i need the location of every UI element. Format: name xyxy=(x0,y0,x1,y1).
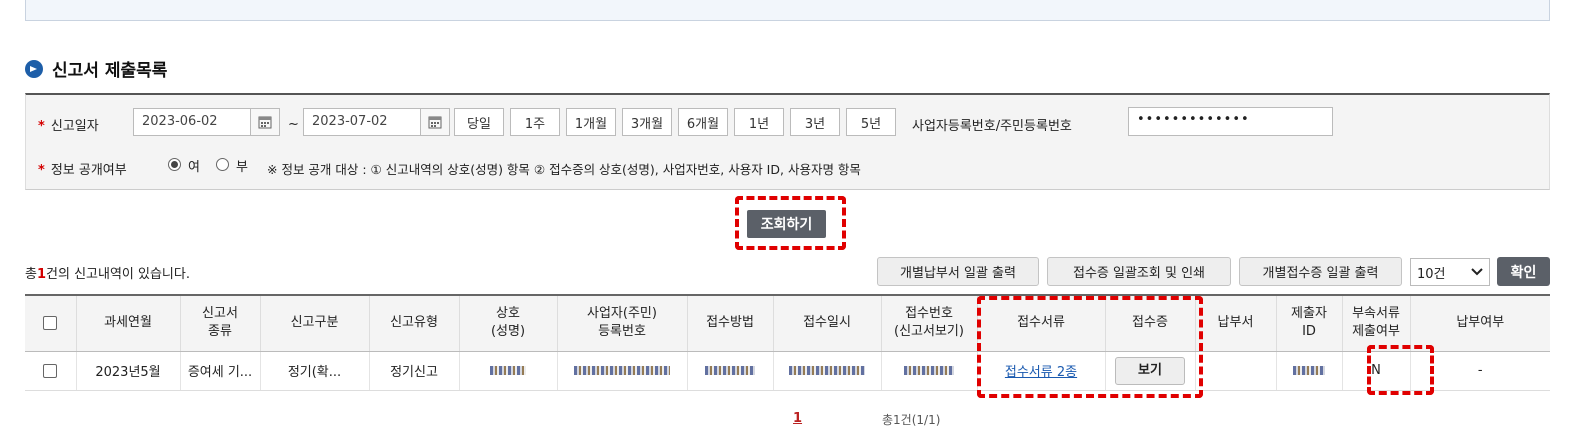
summary-count: 1 xyxy=(36,267,47,282)
summary-suffix: 건의 신고내역이 있습니다. xyxy=(46,267,190,282)
cell-receipt-datetime xyxy=(772,351,881,391)
period-button-5y[interactable]: 5년 xyxy=(846,108,896,136)
calendar-icon xyxy=(428,116,442,129)
header-payment-status: 납부여부 xyxy=(1409,294,1550,352)
pagination-total: 총1건(1/1) xyxy=(882,413,941,427)
cell-company-name xyxy=(458,351,557,391)
row-checkbox[interactable] xyxy=(43,363,58,378)
period-button-1y[interactable]: 1년 xyxy=(734,108,784,136)
header-payment-slip: 납부서 xyxy=(1194,294,1276,352)
bulk-payment-print-button[interactable]: 개별납부서 일괄 출력 xyxy=(877,257,1039,286)
header-submitter-id: 제출자 ID xyxy=(1275,294,1342,352)
date-from-calendar-button[interactable] xyxy=(250,108,280,136)
chevron-down-icon xyxy=(1471,268,1483,276)
date-from-input[interactable]: 2023-06-02 xyxy=(133,108,251,136)
public-no-radio[interactable] xyxy=(216,158,229,171)
bizno-input[interactable]: ••••••••••••• xyxy=(1128,107,1333,136)
highlight-attachment-status xyxy=(1367,345,1434,395)
date-range-separator: ~ xyxy=(288,117,299,132)
header-form-type: 신고서 종류 xyxy=(179,294,260,352)
cell-report-type: 정기신고 xyxy=(368,351,459,391)
public-yes-label: 여 xyxy=(188,160,200,175)
confirm-button[interactable]: 확인 xyxy=(1497,257,1550,286)
individual-receipt-print-button[interactable]: 개별접수증 일괄 출력 xyxy=(1239,257,1402,286)
period-button-1w[interactable]: 1주 xyxy=(510,108,560,136)
search-filter-panel: * 신고일자 2023-06-02 ~ 2023-07-02 당일 1주 1개월 … xyxy=(25,93,1550,190)
redacted-text xyxy=(705,366,755,375)
required-mark: * xyxy=(38,119,45,134)
cell-report-kind: 정기(확... xyxy=(259,351,369,391)
public-note: ※ 정보 공개 대상 : ① 신고내역의 상호(성명) 항목 ② 접수증의 상호… xyxy=(267,162,861,177)
select-all-checkbox[interactable] xyxy=(43,315,58,330)
period-button-1m[interactable]: 1개월 xyxy=(566,108,616,136)
header-company-name: 상호 (성명) xyxy=(458,294,557,352)
required-mark: * xyxy=(38,163,45,178)
highlight-docs-receipt-columns xyxy=(977,296,1203,398)
summary-prefix: 총 xyxy=(25,267,37,282)
header-tax-period: 과세연월 xyxy=(75,294,180,352)
redacted-text xyxy=(1293,366,1325,375)
cell-reg-number xyxy=(556,351,687,391)
cell-receipt-method xyxy=(686,351,773,391)
arrow-circle-icon xyxy=(25,59,43,78)
cell-receipt-number[interactable] xyxy=(880,351,977,391)
date-to-calendar-button[interactable] xyxy=(420,108,450,136)
period-button-today[interactable]: 당일 xyxy=(454,108,504,136)
redacted-text xyxy=(490,366,526,375)
top-panel-strip xyxy=(25,0,1550,21)
date-label: 신고일자 xyxy=(50,119,99,134)
header-receipt-datetime: 접수일시 xyxy=(772,294,881,352)
redacted-link[interactable] xyxy=(904,366,954,375)
result-summary: 총1건의 신고내역이 있습니다. xyxy=(25,263,190,282)
cell-tax-period: 2023년5월 xyxy=(75,351,180,391)
calendar-icon xyxy=(258,116,272,129)
table-row: 2023년5월 증여세 기... 정기(확... 정기신고 접수서류 2종 보기… xyxy=(25,351,1550,391)
public-label: 정보 공개여부 xyxy=(50,163,127,178)
redacted-text xyxy=(574,366,670,375)
date-label-wrap: * 신고일자 xyxy=(38,115,99,134)
header-attachment-submitted: 부속서류 제출여부 xyxy=(1341,294,1410,352)
period-button-6m[interactable]: 6개월 xyxy=(678,108,728,136)
header-select-all[interactable] xyxy=(25,294,76,352)
redacted-text xyxy=(789,366,865,375)
header-receipt-number: 접수번호 (신고서보기) xyxy=(880,294,977,352)
period-button-3m[interactable]: 3개월 xyxy=(622,108,672,136)
public-no-label: 부 xyxy=(236,160,248,175)
section-title: 신고서 제출목록 xyxy=(52,61,168,81)
page-size-select[interactable]: 10건 xyxy=(1410,258,1490,286)
search-button[interactable]: 조회하기 xyxy=(747,210,826,238)
header-reg-number: 사업자(주민) 등록번호 xyxy=(556,294,687,352)
bulk-receipt-print-button[interactable]: 접수증 일괄조회 및 인쇄 xyxy=(1047,257,1231,286)
report-table: 과세연월 신고서 종류 신고구분 신고유형 상호 (성명) 사업자(주민) 등록… xyxy=(25,294,1550,391)
cell-payment-slip xyxy=(1194,351,1276,391)
page-size-value: 10건 xyxy=(1417,266,1446,282)
cell-form-type: 증여세 기... xyxy=(179,351,260,391)
date-to-input[interactable]: 2023-07-02 xyxy=(303,108,421,136)
header-receipt-method: 접수방법 xyxy=(686,294,773,352)
table-header-row: 과세연월 신고서 종류 신고구분 신고유형 상호 (성명) 사업자(주민) 등록… xyxy=(25,294,1550,352)
public-label-wrap: * 정보 공개여부 xyxy=(38,159,127,178)
header-report-kind: 신고구분 xyxy=(259,294,369,352)
header-report-type: 신고유형 xyxy=(368,294,459,352)
pagination-current-page[interactable]: 1 xyxy=(793,411,802,426)
section-header: 신고서 제출목록 xyxy=(25,56,167,81)
bizno-label: 사업자등록번호/주민등록번호 xyxy=(912,119,1072,134)
public-yes-radio[interactable] xyxy=(168,158,181,171)
row-select-cell[interactable] xyxy=(25,351,76,391)
cell-submitter-id xyxy=(1275,351,1342,391)
period-button-3y[interactable]: 3년 xyxy=(790,108,840,136)
